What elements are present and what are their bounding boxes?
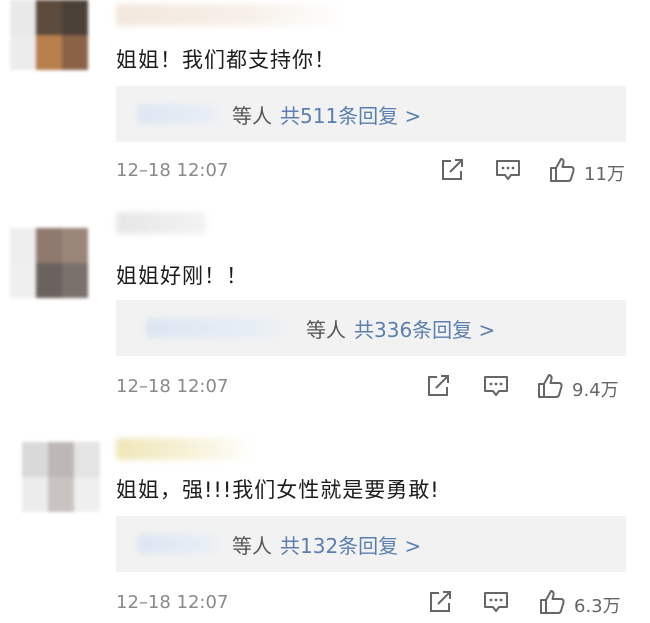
reply-users-label: 等人 [232, 104, 272, 128]
like-count: 11万 [584, 164, 625, 185]
like-icon[interactable] [538, 588, 566, 616]
reply-users-label: 等人 [232, 534, 272, 558]
reply-summary-text[interactable]: 等人 共336条回复 > [306, 314, 495, 343]
reply-count-link[interactable]: 共336条回复 > [354, 318, 495, 342]
comment-icon[interactable] [482, 372, 510, 400]
username-redacted[interactable] [116, 438, 256, 460]
username-redacted[interactable] [116, 4, 346, 26]
comment-item: 姐姐！我们都支持你！ 等人 共511条回复 > 12–18 12:07 11万 [0, 0, 650, 200]
comment-icon[interactable] [482, 588, 510, 616]
comment-text: 姐姐，强!!!我们女性就是要勇敢! [116, 478, 440, 502]
reply-count-link[interactable]: 共132条回复 > [280, 534, 421, 558]
like-count: 9.4万 [572, 380, 619, 401]
comment-text: 姐姐好刚！！ [116, 264, 248, 288]
timestamp: 12–18 12:07 [116, 592, 229, 613]
share-icon[interactable] [426, 588, 454, 616]
reply-summary-text[interactable]: 等人 共132条回复 > [232, 530, 421, 559]
comment-meta: 12–18 12:07 9.4万 [116, 372, 626, 402]
comment-meta: 12–18 12:07 11万 [116, 156, 626, 186]
like-icon[interactable] [536, 372, 564, 400]
comment-icon[interactable] [494, 156, 522, 184]
replier-names-redacted [146, 318, 296, 338]
replies-summary[interactable]: 等人 共511条回复 > [116, 86, 626, 142]
avatar[interactable] [22, 442, 100, 512]
comment-text: 姐姐！我们都支持你！ [116, 48, 336, 72]
reply-summary-text[interactable]: 等人 共511条回复 > [232, 100, 421, 129]
replier-names-redacted [138, 104, 230, 124]
like-count: 6.3万 [574, 596, 621, 617]
reply-users-label: 等人 [306, 318, 346, 342]
replier-names-redacted [138, 534, 228, 554]
comment-item: 姐姐好刚！！ 等人 共336条回复 > 12–18 12:07 9.4万 [0, 200, 650, 420]
comment-item: 姐姐，强!!!我们女性就是要勇敢! 等人 共132条回复 > 12–18 12:0… [0, 420, 650, 623]
reply-count-link[interactable]: 共511条回复 > [280, 104, 421, 128]
avatar[interactable] [10, 0, 88, 70]
timestamp: 12–18 12:07 [116, 376, 229, 397]
replies-summary[interactable]: 等人 共336条回复 > [116, 300, 626, 356]
replies-summary[interactable]: 等人 共132条回复 > [116, 516, 626, 572]
comment-meta: 12–18 12:07 6.3万 [116, 588, 626, 618]
timestamp: 12–18 12:07 [116, 160, 229, 181]
username-redacted[interactable] [116, 212, 206, 234]
share-icon[interactable] [438, 156, 466, 184]
like-icon[interactable] [548, 156, 576, 184]
share-icon[interactable] [424, 372, 452, 400]
avatar[interactable] [10, 228, 88, 298]
